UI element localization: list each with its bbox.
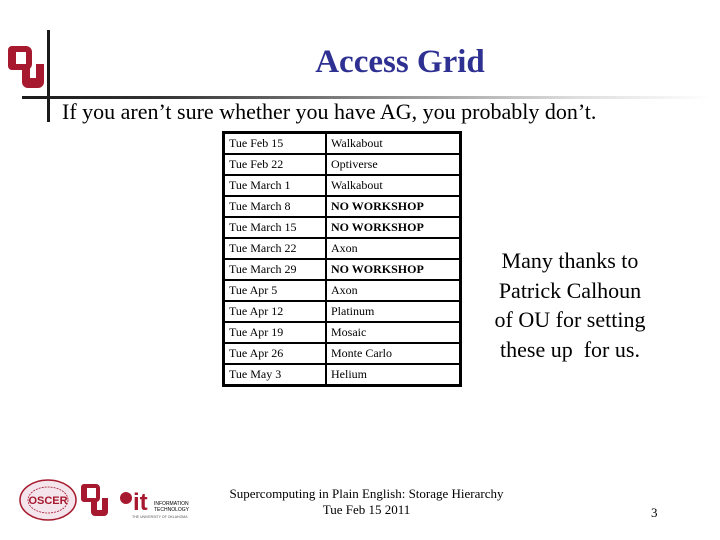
schedule-event: Mosaic xyxy=(325,321,462,344)
oscer-logo-icon: OSCER xyxy=(19,479,77,521)
slide-title: Access Grid xyxy=(315,44,485,80)
schedule-date: Tue March 1 xyxy=(222,174,327,197)
it-logo-text: it xyxy=(133,489,148,516)
footer-date: Tue Feb 15 2011 xyxy=(322,502,411,517)
schedule-row: Tue March 8 NO WORKSHOP xyxy=(222,195,462,218)
schedule-event: Helium xyxy=(325,363,462,387)
schedule-row: Tue March 22 Axon xyxy=(222,237,462,260)
oscer-logo-text: OSCER xyxy=(28,495,67,507)
footer-logos: OSCER it INFORMATION TECHNOLOGY THE UNIV… xyxy=(19,479,190,521)
slide-footer: Supercomputing in Plain English: Storage… xyxy=(214,486,519,518)
schedule-event: Optiverse xyxy=(325,153,462,176)
thanks-line: of OU for setting xyxy=(494,307,646,332)
schedule-row: Tue March 1 Walkabout xyxy=(222,174,462,197)
schedule-row: Tue Feb 15 Walkabout xyxy=(222,131,462,155)
schedule-row: Tue March 29 NO WORKSHOP xyxy=(222,258,462,281)
thanks-line: Many thanks to xyxy=(501,248,639,273)
it-logo-line3: THE UNIVERSITY OF OKLAHOMA xyxy=(132,515,188,519)
it-logo-line2: TECHNOLOGY xyxy=(154,507,190,513)
schedule-date: Tue May 3 xyxy=(222,363,327,387)
footer-title: Supercomputing in Plain English: Storage… xyxy=(229,486,504,501)
schedule-date: Tue March 15 xyxy=(222,216,327,239)
schedule-date: Tue Apr 12 xyxy=(222,300,327,323)
page-number: 3 xyxy=(651,505,658,520)
schedule-event: NO WORKSHOP xyxy=(325,258,462,281)
schedule-row: Tue Apr 12 Platinum xyxy=(222,300,462,323)
schedule-date: Tue March 29 xyxy=(222,258,327,281)
slide-subtitle: If you aren’t sure whether you have AG, … xyxy=(62,99,597,124)
schedule-row: Tue March 15 NO WORKSHOP xyxy=(222,216,462,239)
schedule-event: Platinum xyxy=(325,300,462,323)
schedule-event: Axon xyxy=(325,237,462,260)
ou-logo-small-icon xyxy=(81,484,108,516)
thanks-line: Patrick Calhoun xyxy=(498,277,642,303)
schedule-event: Walkabout xyxy=(325,131,462,155)
it-logo-icon: it INFORMATION TECHNOLOGY THE UNIVERSITY… xyxy=(120,489,190,519)
schedule-event: Axon xyxy=(325,279,462,302)
schedule-row: Tue Apr 19 Mosaic xyxy=(222,321,462,344)
schedule-date: Tue March 8 xyxy=(222,195,327,218)
schedule-date: Tue Feb 15 xyxy=(222,131,327,155)
schedule-table: Tue Feb 15 Walkabout Tue Feb 22 Optiverse Tu… xyxy=(222,131,462,387)
schedule-event: NO WORKSHOP xyxy=(325,195,462,218)
schedule-date: Tue Apr 26 xyxy=(222,342,327,365)
schedule-date: Tue Apr 19 xyxy=(222,321,327,344)
schedule-row: Tue Feb 22 Optiverse xyxy=(222,153,462,176)
schedule-event: NO WORKSHOP xyxy=(325,216,462,239)
schedule-row: Tue Apr 5 Axon xyxy=(222,279,462,302)
schedule-date: Tue Apr 5 xyxy=(222,279,327,302)
schedule-date: Tue Feb 22 xyxy=(222,153,327,176)
schedule-row: Tue Apr 26 Monte Carlo xyxy=(222,342,462,365)
schedule-row: Tue May 3 Helium xyxy=(222,363,462,387)
schedule-event: Walkabout xyxy=(325,174,462,197)
thanks-line: these up for us. xyxy=(500,336,640,362)
thanks-note: Many thanks to Patrick Calhoun of OU for… xyxy=(480,246,660,364)
schedule-date: Tue March 22 xyxy=(222,237,327,260)
schedule-event: Monte Carlo xyxy=(325,342,462,365)
